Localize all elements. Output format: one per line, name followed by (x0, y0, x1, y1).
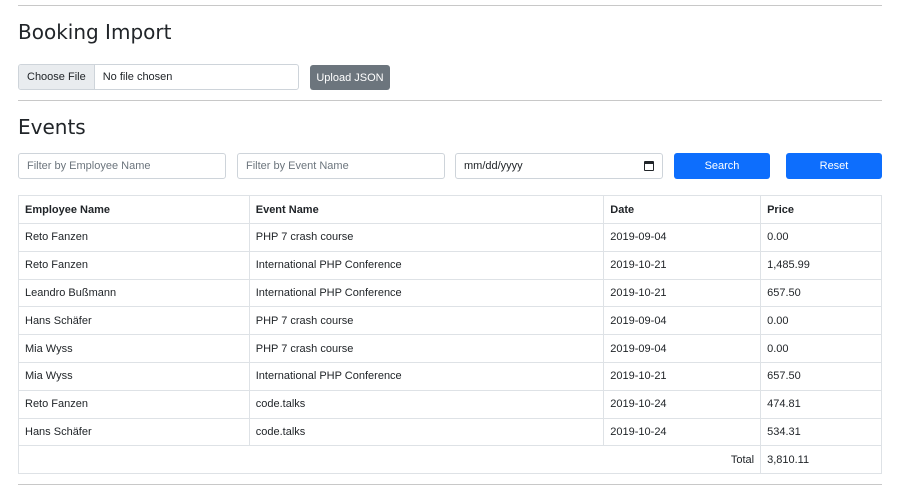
cell-date: 2019-09-04 (603, 223, 762, 252)
events-title: Events (18, 115, 86, 139)
header-date: Date (603, 195, 762, 224)
file-status-text: No file chosen (102, 71, 173, 83)
cell-price: 0.00 (760, 223, 882, 252)
calendar-icon[interactable] (644, 161, 654, 171)
date-filter-input[interactable]: mm/dd/yyyy (455, 153, 663, 179)
cell-price: 0.00 (760, 334, 882, 363)
cell-date: 2019-09-04 (603, 306, 762, 336)
table-row: Reto Fanzen International PHP Conference… (18, 250, 882, 280)
table-row: Mia Wyss International PHP Conference 20… (18, 361, 882, 391)
top-divider (18, 5, 882, 6)
cell-event: International PHP Conference (248, 361, 605, 391)
total-value: 3,810.11 (760, 445, 882, 475)
cell-price: 657.50 (760, 361, 882, 391)
cell-employee: Mia Wyss (18, 334, 250, 363)
cell-event: code.talks (248, 417, 605, 447)
cell-employee: Hans Schäfer (18, 306, 250, 336)
cell-employee: Hans Schäfer (18, 417, 250, 447)
cell-employee: Reto Fanzen (18, 223, 250, 252)
table-row: Reto Fanzen PHP 7 crash course 2019-09-0… (18, 223, 882, 252)
cell-price: 534.31 (760, 417, 882, 447)
cell-employee: Leandro Bußmann (18, 278, 250, 308)
choose-file-button[interactable]: Choose File (19, 65, 95, 89)
cell-employee: Reto Fanzen (18, 389, 250, 419)
reset-button[interactable]: Reset (786, 153, 882, 179)
table-row: Hans Schäfer code.talks 2019-10-24 534.3… (18, 417, 882, 447)
cell-event: International PHP Conference (248, 250, 605, 280)
header-price: Price (760, 195, 882, 224)
table-header-row: Employee Name Event Name Date Price (18, 195, 882, 224)
cell-date: 2019-10-24 (603, 389, 762, 419)
cell-date: 2019-10-24 (603, 417, 762, 447)
cell-price: 657.50 (760, 278, 882, 308)
bottom-divider (18, 484, 882, 485)
table-row: Leandro Bußmann International PHP Confer… (18, 278, 882, 308)
date-placeholder: mm/dd/yyyy (464, 160, 523, 172)
cell-event: PHP 7 crash course (248, 306, 605, 336)
cell-employee: Reto Fanzen (18, 250, 250, 280)
total-row: Total 3,810.11 (17, 445, 882, 475)
cell-event: code.talks (248, 389, 605, 419)
cell-event: PHP 7 crash course (248, 334, 605, 363)
search-button[interactable]: Search (674, 153, 770, 179)
cell-price: 0.00 (760, 306, 882, 336)
section-divider (18, 100, 882, 101)
cell-price: 474.81 (760, 389, 882, 419)
events-table: Employee Name Event Name Date Price Reto… (17, 195, 882, 475)
table-row: Hans Schäfer PHP 7 crash course 2019-09-… (18, 306, 882, 336)
cell-date: 2019-09-04 (603, 334, 762, 363)
cell-event: International PHP Conference (248, 278, 605, 308)
cell-employee: Mia Wyss (18, 361, 250, 391)
cell-date: 2019-10-21 (603, 278, 762, 308)
employee-filter-input[interactable] (18, 153, 226, 179)
cell-date: 2019-10-21 (603, 250, 762, 280)
cell-event: PHP 7 crash course (248, 223, 605, 252)
table-row: Mia Wyss PHP 7 crash course 2019-09-04 0… (18, 334, 882, 363)
cell-price: 1,485.99 (760, 250, 882, 280)
total-label: Total (17, 445, 762, 475)
cell-date: 2019-10-21 (603, 361, 762, 391)
table-row: Reto Fanzen code.talks 2019-10-24 474.81 (18, 389, 882, 419)
header-event-name: Event Name (248, 195, 605, 224)
upload-json-button[interactable]: Upload JSON (310, 65, 390, 90)
booking-import-title: Booking Import (18, 20, 172, 44)
file-input[interactable]: Choose File No file chosen (18, 64, 299, 90)
header-employee-name: Employee Name (18, 195, 250, 224)
event-filter-input[interactable] (237, 153, 445, 179)
